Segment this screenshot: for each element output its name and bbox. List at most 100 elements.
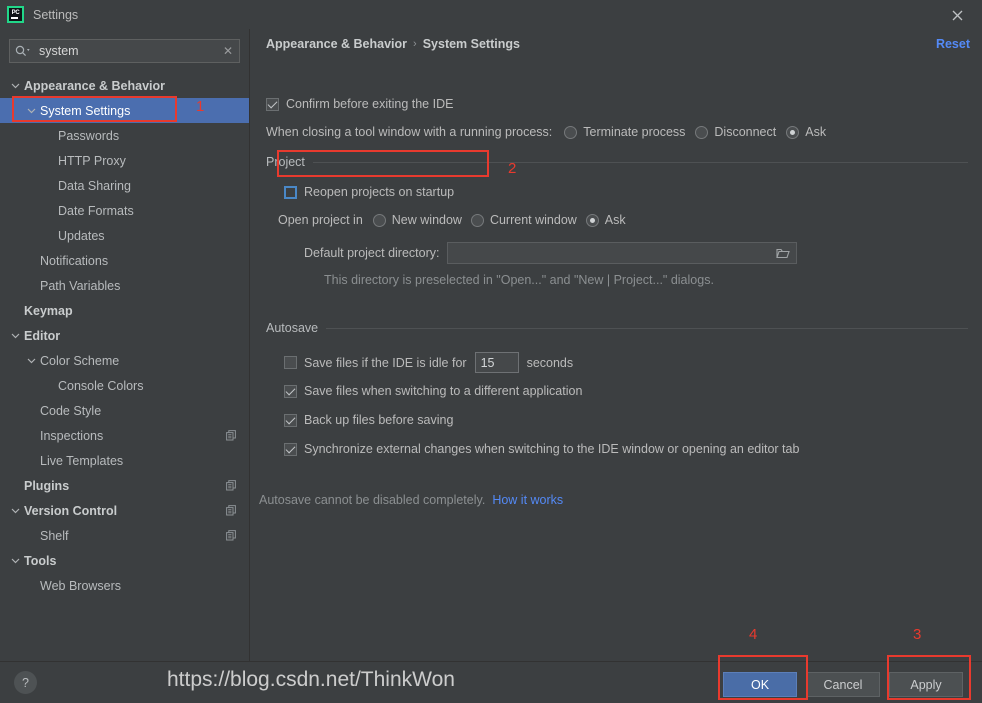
sidebar-item-appearance-behavior[interactable]: Appearance & Behavior [0,73,249,98]
sidebar-item-console-colors[interactable]: Console Colors [0,373,249,398]
confirm-exit-row[interactable]: Confirm before exiting the IDE [266,97,453,111]
sidebar-item-code-style[interactable]: Code Style [0,398,249,423]
how-it-works-link[interactable]: How it works [492,493,563,507]
tree-indent-spacer [44,380,55,391]
sidebar-item-data-sharing[interactable]: Data Sharing [0,173,249,198]
sidebar-item-label: Code Style [40,404,101,418]
sidebar-item-label: Color Scheme [40,354,119,368]
radio-new-window[interactable] [373,214,386,227]
search-clear-icon[interactable]: ✕ [217,44,239,58]
copy-settings-icon[interactable] [226,505,237,516]
breadcrumb-root[interactable]: Appearance & Behavior [266,37,407,51]
sidebar-item-label: Shelf [40,529,69,543]
autosave-backup-row[interactable]: Back up files before saving [284,413,453,427]
radio-current-window[interactable] [471,214,484,227]
confirm-exit-label: Confirm before exiting the IDE [286,97,453,111]
confirm-exit-checkbox[interactable] [266,98,279,111]
sidebar-item-inspections[interactable]: Inspections [0,423,249,448]
sidebar-item-http-proxy[interactable]: HTTP Proxy [0,148,249,173]
tree-indent-spacer [26,430,37,441]
search-field[interactable]: ✕ [9,39,240,63]
chevron-down-icon [10,555,21,566]
radio-disconnect[interactable] [695,126,708,139]
autosave-backup-checkbox[interactable] [284,414,297,427]
radio-current-window-label: Current window [490,213,577,227]
reset-link[interactable]: Reset [936,37,970,51]
autosave-sync-row[interactable]: Synchronize external changes when switch… [284,442,799,456]
breadcrumb-separator-icon: › [413,38,417,50]
sidebar-item-label: Updates [58,229,105,243]
autosave-switch-app-row[interactable]: Save files when switching to a different… [284,384,582,398]
sidebar-item-editor[interactable]: Editor [0,323,249,348]
sidebar-item-label: Appearance & Behavior [24,79,165,93]
default-project-dir-field[interactable] [447,242,797,264]
autosave-footnote-row: Autosave cannot be disabled completely. … [259,493,563,507]
sidebar-item-label: System Settings [40,104,130,118]
sidebar-item-label: Path Variables [40,279,120,293]
autosave-group-title: Autosave [266,321,318,335]
tree-indent-spacer [26,255,37,266]
ok-button[interactable]: OK [723,672,797,697]
sidebar-item-live-templates[interactable]: Live Templates [0,448,249,473]
sidebar-item-label: Data Sharing [58,179,131,193]
reopen-projects-row[interactable]: Reopen projects on startup [284,185,454,199]
sidebar-item-updates[interactable]: Updates [0,223,249,248]
sidebar-item-label: Keymap [24,304,73,318]
default-project-dir-hint-text: This directory is preselected in "Open..… [324,273,714,287]
autosave-footnote-text: Autosave cannot be disabled completely. [259,493,485,507]
sidebar-item-tools[interactable]: Tools [0,548,249,573]
close-icon[interactable] [946,6,968,24]
sidebar-item-plugins[interactable]: Plugins [0,473,249,498]
sidebar-item-label: Console Colors [58,379,143,393]
sidebar-item-keymap[interactable]: Keymap [0,298,249,323]
sidebar-item-notifications[interactable]: Notifications [0,248,249,273]
autosave-idle-checkbox[interactable] [284,356,297,369]
tree-indent-spacer [10,305,21,316]
tree-indent-spacer [44,130,55,141]
sidebar-item-label: Web Browsers [40,579,121,593]
copy-settings-icon[interactable] [226,530,237,541]
sidebar-item-label: Tools [24,554,56,568]
autosave-idle-seconds-input[interactable]: 15 [475,352,519,373]
autosave-switch-app-label: Save files when switching to a different… [304,384,582,398]
chevron-down-icon [10,80,21,91]
radio-ask-tool-window[interactable] [786,126,799,139]
reopen-projects-checkbox[interactable] [284,186,297,199]
tree-indent-spacer [26,530,37,541]
radio-terminate-process[interactable] [564,126,577,139]
sidebar-item-passwords[interactable]: Passwords [0,123,249,148]
tree-indent-spacer [26,280,37,291]
copy-settings-icon[interactable] [226,430,237,441]
autosave-sync-checkbox[interactable] [284,443,297,456]
open-project-in-row: Open project in New window Current windo… [278,213,626,227]
settings-tree: Appearance & Behavior System Settings Pass… [0,73,249,598]
chevron-down-icon [26,355,37,366]
autosave-switch-app-checkbox[interactable] [284,385,297,398]
sidebar-item-path-variables[interactable]: Path Variables [0,273,249,298]
help-button[interactable]: ? [14,671,37,694]
radio-terminate-process-label: Terminate process [583,125,685,139]
tree-indent-spacer [44,180,55,191]
sidebar-item-system-settings[interactable]: System Settings [0,98,249,123]
folder-icon[interactable] [776,248,790,259]
sidebar-item-color-scheme[interactable]: Color Scheme [0,348,249,373]
tree-indent-spacer [44,155,55,166]
sidebar-item-shelf[interactable]: Shelf [0,523,249,548]
radio-ask-open-project[interactable] [586,214,599,227]
apply-button[interactable]: Apply [889,672,963,697]
autosave-idle-row[interactable]: Save files if the IDE is idle for 15 sec… [284,352,573,373]
sidebar-item-label: HTTP Proxy [58,154,126,168]
copy-settings-icon[interactable] [226,480,237,491]
sidebar-item-web-browsers[interactable]: Web Browsers [0,573,249,598]
autosave-backup-label: Back up files before saving [304,413,453,427]
sidebar-item-label: Notifications [40,254,108,268]
annotation-number-2: 2 [508,160,516,177]
sidebar-item-version-control[interactable]: Version Control [0,498,249,523]
settings-main-panel: Appearance & Behavior › System Settings … [251,29,982,661]
cancel-button[interactable]: Cancel [806,672,880,697]
pycharm-logo-text: PC [12,10,20,16]
sidebar-item-date-formats[interactable]: Date Formats [0,198,249,223]
search-input[interactable] [35,44,217,58]
tree-indent-spacer [26,405,37,416]
open-project-in-label: Open project in [278,213,363,227]
